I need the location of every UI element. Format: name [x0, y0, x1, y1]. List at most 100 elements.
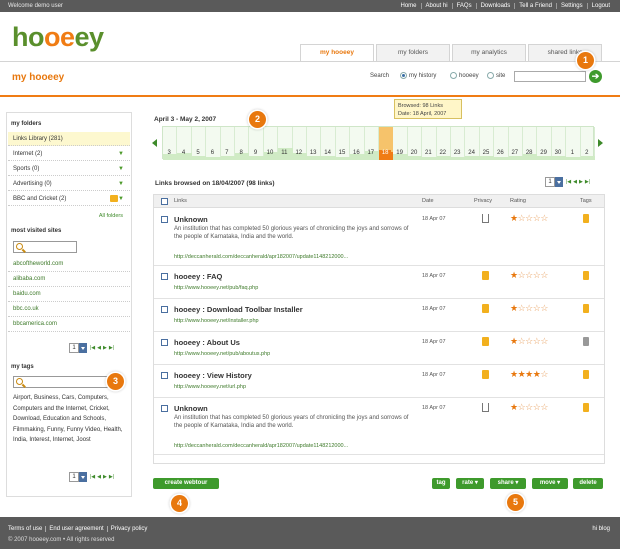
page-number[interactable]: 1	[69, 343, 79, 353]
last-page-icon[interactable]: ▶|	[109, 345, 114, 351]
folder-bbc-cricket[interactable]: BBC and Cricket (2) ▼	[8, 192, 130, 206]
last-page-icon[interactable]: ▶|	[109, 474, 114, 480]
rating-stars[interactable]: ★★★★☆	[510, 369, 548, 380]
site-link[interactable]: baidu.com	[8, 287, 130, 302]
star-filled-icon[interactable]: ★	[510, 402, 518, 412]
star-empty-icon[interactable]: ☆	[540, 270, 548, 280]
table-row[interactable]: hooeey : Download Toolbar Installer http:…	[154, 299, 604, 332]
prev-page-icon[interactable]: ◀	[97, 474, 101, 480]
link-title[interactable]: hooeey : About Us	[174, 338, 240, 347]
folder-advertising[interactable]: Advertising (0) ▼	[8, 177, 130, 191]
unlock-icon[interactable]	[482, 403, 489, 412]
page-number[interactable]: 1	[545, 177, 555, 187]
chevron-down-icon[interactable]: ▼	[118, 147, 124, 161]
star-empty-icon[interactable]: ☆	[525, 270, 533, 280]
table-row[interactable]: hooeey : View History http://www.hooeey.n…	[154, 365, 604, 398]
search-go-button[interactable]: ➔	[589, 70, 602, 83]
sites-search-input[interactable]	[13, 241, 77, 253]
star-empty-icon[interactable]: ☆	[540, 336, 548, 346]
folder-internet[interactable]: Internet (2) ▼	[8, 147, 130, 161]
tags-search-input[interactable]	[13, 376, 109, 388]
hooeey-logo[interactable]: hooeey	[12, 22, 104, 53]
rating-stars[interactable]: ★☆☆☆☆	[510, 213, 548, 224]
rating-stars[interactable]: ★☆☆☆☆	[510, 336, 548, 347]
star-empty-icon[interactable]: ☆	[540, 303, 548, 313]
star-empty-icon[interactable]: ☆	[525, 303, 533, 313]
lock-icon[interactable]	[482, 304, 489, 313]
first-page-icon[interactable]: |◀	[90, 474, 95, 480]
chevron-down-icon[interactable]: ▼	[118, 192, 124, 206]
link-title[interactable]: hooeey : FAQ	[174, 272, 222, 281]
top-link-tell-a-friend[interactable]: Tell a Friend	[514, 3, 556, 9]
footer-blog-link[interactable]: hi blog	[592, 526, 610, 532]
link-url[interactable]: http://deccanherald.com/deccanherald/apr…	[174, 443, 348, 449]
tag-icon[interactable]	[583, 370, 589, 379]
rating-stars[interactable]: ★☆☆☆☆	[510, 270, 548, 281]
folder-links-library[interactable]: Links Library (281)	[8, 132, 130, 146]
lock-icon[interactable]	[482, 271, 489, 280]
footer-link-eula[interactable]: End user agreement	[45, 526, 106, 532]
radio-site[interactable]: site	[487, 72, 505, 79]
row-checkbox[interactable]	[161, 372, 168, 379]
star-empty-icon[interactable]: ☆	[540, 402, 548, 412]
share-button[interactable]: share ▾	[490, 478, 526, 489]
row-checkbox[interactable]	[161, 216, 168, 223]
lock-icon[interactable]	[482, 337, 489, 346]
next-page-icon[interactable]: ▶	[103, 474, 107, 480]
star-empty-icon[interactable]: ☆	[540, 369, 548, 379]
link-title[interactable]: Unknown	[174, 215, 208, 224]
tag-icon[interactable]	[583, 304, 589, 313]
tag-button[interactable]: tag	[432, 478, 450, 489]
page-dropdown-icon[interactable]	[79, 472, 87, 482]
rate-button[interactable]: rate ▾	[456, 478, 484, 489]
select-all-checkbox[interactable]	[161, 198, 168, 205]
row-checkbox[interactable]	[161, 273, 168, 280]
last-page-icon[interactable]: ▶|	[585, 179, 590, 185]
page-dropdown-icon[interactable]	[555, 177, 563, 187]
next-page-icon[interactable]: ▶	[103, 345, 107, 351]
tag-cloud[interactable]: Airport, Business, Cars, Computers, Comp…	[13, 393, 127, 446]
prev-page-icon[interactable]: ◀	[97, 345, 101, 351]
link-url[interactable]: http://deccanherald.com/deccanherald/apr…	[174, 254, 348, 260]
star-empty-icon[interactable]: ☆	[525, 336, 533, 346]
table-row[interactable]: hooeey : About Us http://www.hooeey.net/p…	[154, 332, 604, 365]
delete-button[interactable]: delete	[573, 478, 603, 489]
row-checkbox[interactable]	[161, 306, 168, 313]
page-number[interactable]: 1	[69, 472, 79, 482]
rating-stars[interactable]: ★☆☆☆☆	[510, 303, 548, 314]
first-page-icon[interactable]: |◀	[90, 345, 95, 351]
top-link-settings[interactable]: Settings	[555, 3, 587, 9]
chevron-down-icon[interactable]: ▼	[118, 162, 124, 176]
link-url[interactable]: http://www.hooeey.net/pub/faq.php	[174, 285, 258, 291]
create-webtour-button[interactable]: create webtour	[153, 478, 219, 489]
unlock-icon[interactable]	[482, 214, 489, 223]
top-link-faqs[interactable]: FAQs	[451, 3, 476, 9]
row-checkbox[interactable]	[161, 339, 168, 346]
link-url[interactable]: http://www.hooeey.net/pub/aboutus.php	[174, 351, 270, 357]
tag-icon[interactable]	[583, 337, 589, 346]
chevron-down-icon[interactable]: ▼	[118, 177, 124, 191]
top-link-about[interactable]: About hi	[420, 3, 452, 9]
move-button[interactable]: move ▾	[532, 478, 568, 489]
timeline-next-icon[interactable]	[598, 139, 603, 147]
footer-link-terms[interactable]: Terms of use	[8, 526, 45, 532]
col-date[interactable]: Date	[422, 198, 434, 204]
link-title[interactable]: Unknown	[174, 404, 208, 413]
all-folders-link[interactable]: All folders	[99, 213, 123, 219]
page-dropdown-icon[interactable]	[79, 343, 87, 353]
radio-my-history[interactable]: my history	[400, 72, 436, 79]
next-page-icon[interactable]: ▶	[579, 179, 583, 185]
tag-icon[interactable]	[583, 271, 589, 280]
col-tags[interactable]: Tags	[580, 198, 592, 204]
col-links[interactable]: Links	[174, 198, 187, 204]
top-link-downloads[interactable]: Downloads	[475, 3, 515, 9]
star-filled-icon[interactable]: ★	[525, 369, 533, 379]
table-row[interactable]: Unknown An institution that has completed…	[154, 398, 604, 455]
star-filled-icon[interactable]: ★	[510, 303, 518, 313]
star-filled-icon[interactable]: ★	[510, 336, 518, 346]
col-privacy[interactable]: Privacy	[474, 198, 492, 204]
search-input[interactable]	[514, 71, 586, 82]
col-rating[interactable]: Rating	[510, 198, 526, 204]
site-link[interactable]: alibaba.com	[8, 272, 130, 287]
link-title[interactable]: hooeey : View History	[174, 371, 252, 380]
